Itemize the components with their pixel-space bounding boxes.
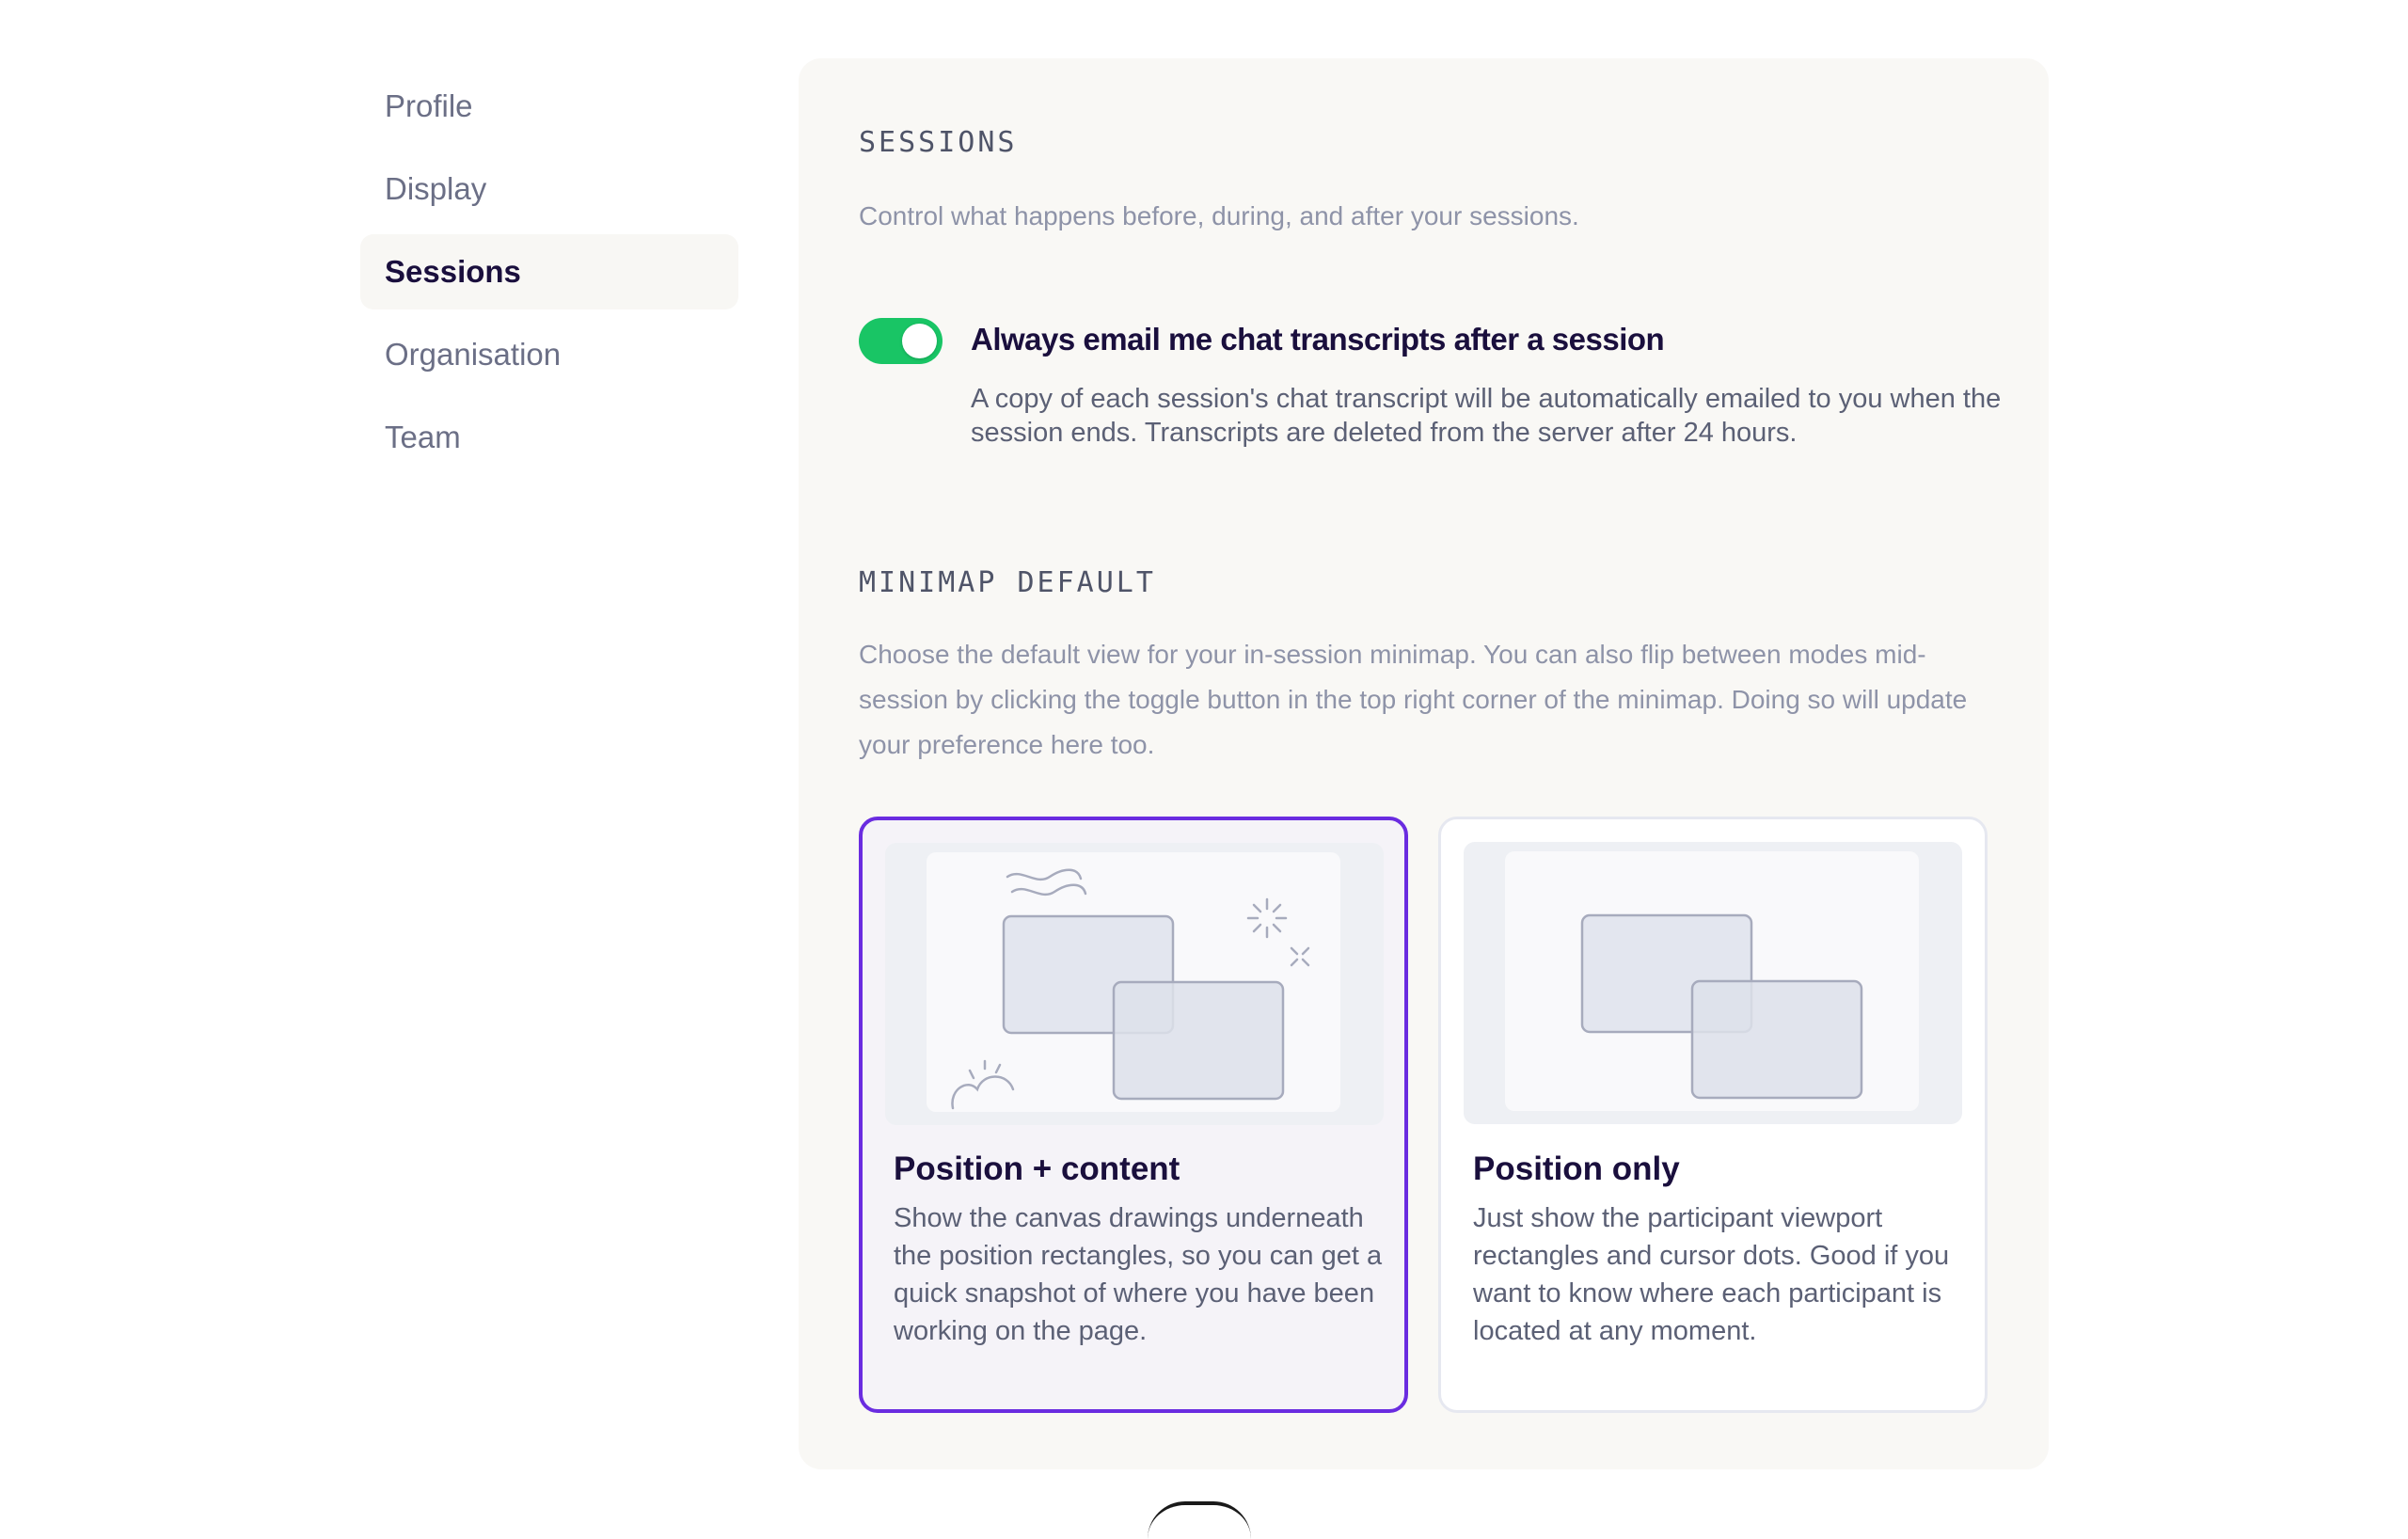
sidebar-item-organisation[interactable]: Organisation	[360, 317, 738, 392]
minimap-option-position-content[interactable]: Position + content Show the canvas drawi…	[859, 817, 1408, 1413]
sidebar-item-profile[interactable]: Profile	[360, 69, 738, 144]
email-transcripts-title: Always email me chat transcripts after a…	[971, 322, 1665, 357]
option-description: Just show the participant viewport recta…	[1473, 1203, 1950, 1346]
minimap-option-position-only[interactable]: Position only Just show the participant …	[1438, 817, 1988, 1413]
toggle-knob	[902, 324, 937, 358]
email-transcripts-description: A copy of each session's chat transcript…	[971, 384, 2002, 448]
option-title: Position + content	[894, 1150, 1180, 1187]
settings-panel: SESSIONS Control what happens before, du…	[799, 58, 2049, 1469]
sidebar-item-display[interactable]: Display	[360, 151, 738, 227]
minimap-heading: MINIMAP DEFAULT	[859, 566, 1156, 599]
option-title: Position only	[1473, 1150, 1680, 1187]
sidebar-item-team[interactable]: Team	[360, 400, 738, 475]
settings-sidebar: Profile Display Sessions Organisation Te…	[360, 69, 738, 483]
minimap-description: Choose the default view for your in-sess…	[859, 640, 1968, 759]
option-description: Show the canvas drawings underneath the …	[894, 1203, 1383, 1346]
sidebar-item-sessions[interactable]: Sessions	[360, 234, 738, 309]
sessions-heading: SESSIONS	[859, 126, 1018, 159]
position-content-preview	[885, 843, 1384, 1125]
position-only-preview	[1464, 842, 1962, 1124]
email-transcripts-toggle[interactable]	[859, 318, 943, 364]
floating-button-edge[interactable]	[1148, 1501, 1251, 1539]
sessions-description: Control what happens before, during, and…	[859, 201, 1579, 230]
